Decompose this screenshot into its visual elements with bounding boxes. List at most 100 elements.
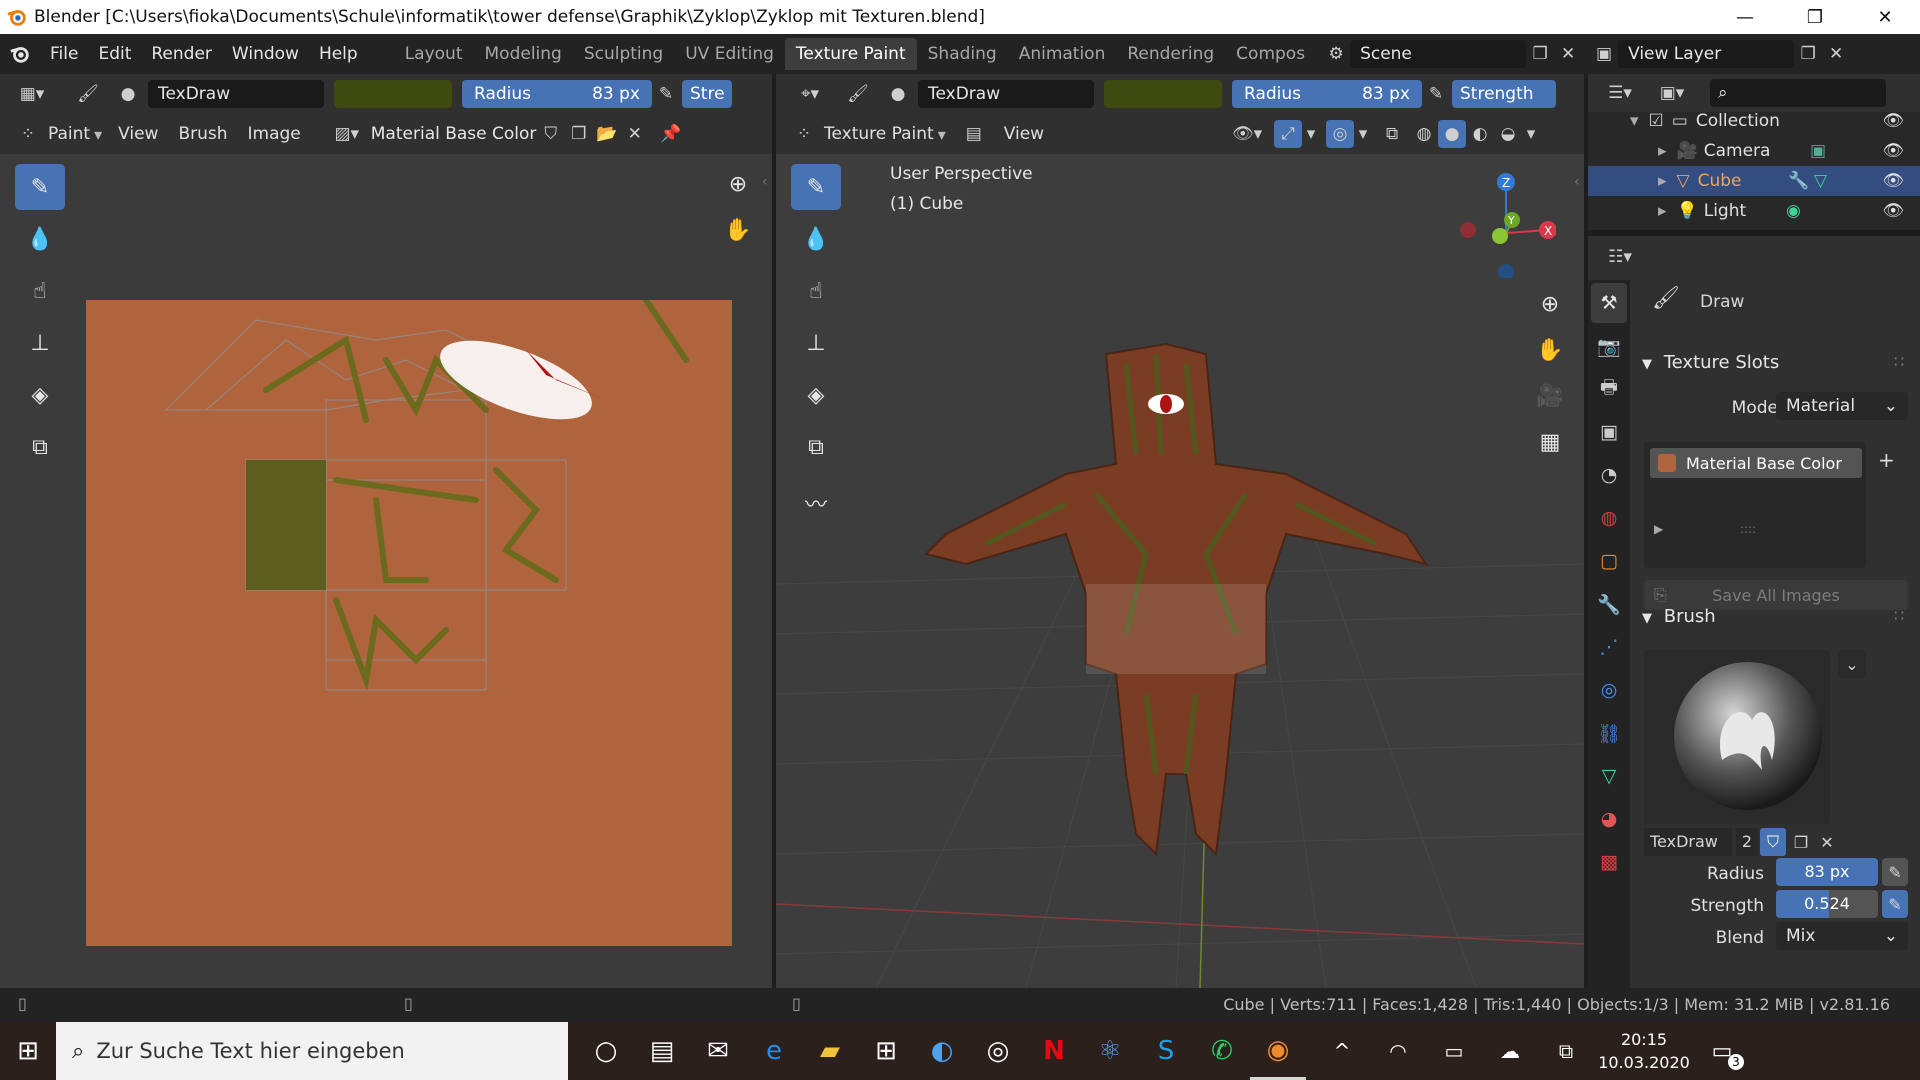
new-image-icon[interactable]: ❐	[565, 120, 593, 148]
outliner-row-collection[interactable]: ▾ ☑ ▭ Collection 👁	[1588, 106, 1920, 136]
netflix-icon[interactable]: N	[1026, 1022, 1082, 1080]
draw-tool[interactable]: ✎	[15, 164, 65, 210]
viewport-mask-tool[interactable]: ⧉	[791, 424, 841, 470]
texture-image[interactable]	[86, 300, 732, 946]
expand-arrow-icon[interactable]: ▸	[1658, 141, 1667, 161]
chat-app-icon[interactable]: ◎	[970, 1022, 1026, 1080]
brush-datablock-name[interactable]: TexDraw	[1644, 828, 1732, 856]
outliner-row-light[interactable]: ▸ 💡 Light ◉ 👁	[1588, 196, 1920, 226]
scene-tab-icon[interactable]: ◔	[1591, 455, 1627, 495]
texture-tab-icon[interactable]: ▩	[1591, 842, 1627, 882]
rendered-shading-icon[interactable]: ◒	[1494, 120, 1522, 148]
scene-name-field[interactable]: Scene	[1350, 40, 1527, 68]
expand-arrow-icon[interactable]: ▾	[1630, 111, 1639, 131]
fake-user-icon[interactable]: ⛉	[537, 120, 565, 148]
material-shading-icon[interactable]: ◐	[1466, 120, 1494, 148]
open-image-icon[interactable]: 📂	[593, 120, 621, 148]
notification-center-icon[interactable]: ▭ 3	[1694, 1022, 1750, 1080]
visibility-icon[interactable]: 👁▾	[1226, 120, 1268, 148]
pin-icon[interactable]: 📌	[657, 120, 685, 148]
viewport-brush-icon[interactable]: 🖌	[844, 80, 872, 108]
view-layer-tab-icon[interactable]: ▣	[1591, 412, 1627, 452]
chevron-down-icon[interactable]: ▾	[1522, 120, 1540, 148]
viewport-draw-tool[interactable]: ✎	[791, 164, 841, 210]
camera-data-icon[interactable]: ▣	[1810, 141, 1826, 161]
outliner-row-cube[interactable]: ▸ ▽ Cube 🔧 ▽ 👁	[1588, 166, 1920, 196]
object-tab-icon[interactable]: ▢	[1591, 541, 1627, 581]
editor-type-icon[interactable]: ▦▾	[10, 80, 54, 108]
viewport-brush-preview-icon[interactable]: ●	[884, 80, 912, 108]
smear-tool[interactable]: ☝	[15, 268, 65, 314]
annotate-tool[interactable]: 〰	[791, 480, 841, 526]
render-tab-icon[interactable]: 📷	[1591, 326, 1627, 366]
duplicate-brush-icon[interactable]: ❐	[1788, 828, 1814, 856]
soften-tool[interactable]: 💧	[15, 216, 65, 262]
overlay-toggle-icon[interactable]: ◎	[1326, 120, 1355, 148]
output-tab-icon[interactable]: 🖶	[1591, 369, 1627, 409]
properties-editor-type-icon[interactable]: ☷▾	[1598, 243, 1642, 271]
viewport-radius-pressure-icon[interactable]: ✎	[1422, 80, 1450, 108]
tab-compositing[interactable]: Compos	[1225, 38, 1316, 70]
menu-render[interactable]: Render	[141, 44, 222, 64]
cortana-icon[interactable]: ○	[578, 1022, 634, 1080]
battery-icon[interactable]: ▭	[1426, 1022, 1482, 1080]
blender-menu-icon[interactable]	[0, 43, 40, 65]
brush-color-swatch[interactable]	[334, 80, 452, 108]
add-slot-icon[interactable]: +	[1878, 448, 1902, 472]
store-icon[interactable]: ⊞	[858, 1022, 914, 1080]
expand-arrow-icon[interactable]: ▸	[1658, 201, 1667, 221]
eye-icon[interactable]: 👁	[1882, 141, 1904, 161]
pan-hand-icon[interactable]: ✋	[1530, 330, 1570, 370]
tool-tab-icon[interactable]: ⚒	[1591, 283, 1627, 323]
delete-scene-icon[interactable]: ✕	[1554, 40, 1582, 68]
drag-handle-icon[interactable]: ∷	[1894, 352, 1904, 371]
menu-view[interactable]: View	[108, 124, 168, 144]
blender-taskbar-icon[interactable]: ◉	[1250, 1022, 1306, 1080]
zoom-icon[interactable]: ⊕	[1530, 284, 1570, 324]
image-editor-canvas[interactable]: ✎ 💧 ☝ ⊥ ◈ ⧉ ⊕ ✋ ‹	[0, 154, 772, 988]
strength-slider[interactable]: Stre	[682, 80, 732, 108]
menu-image[interactable]: Image	[238, 124, 311, 144]
particles-tab-icon[interactable]: ⋰	[1591, 627, 1627, 667]
expand-arrow-icon[interactable]: ▶	[1654, 522, 1663, 536]
fill-tool[interactable]: ◈	[15, 372, 65, 418]
viewport-smear-tool[interactable]: ☝	[791, 268, 841, 314]
wireframe-shading-icon[interactable]: ◍	[1410, 120, 1438, 148]
tab-modeling[interactable]: Modeling	[474, 38, 573, 70]
atom-icon[interactable]: ⚛	[1082, 1022, 1138, 1080]
whatsapp-icon[interactable]: ✆	[1194, 1022, 1250, 1080]
zoom-icon[interactable]: ⊕	[718, 164, 758, 204]
texture-slot-item[interactable]: Material Base Color	[1650, 448, 1862, 478]
drag-handle-icon[interactable]: ∷	[1894, 606, 1904, 625]
brush-user-count[interactable]: 2	[1736, 828, 1758, 856]
mode-dropdown[interactable]: Material ⌄	[1776, 392, 1908, 420]
tray-chevron-icon[interactable]: ^	[1314, 1022, 1370, 1080]
scene-selector-icon[interactable]: ⚙	[1322, 40, 1350, 68]
light-data-icon[interactable]: ◉	[1786, 201, 1801, 221]
app-icon[interactable]: ◐	[914, 1022, 970, 1080]
mask-toggle-icon[interactable]: ▤	[960, 120, 988, 148]
menu-file[interactable]: File	[40, 44, 88, 64]
menu-edit[interactable]: Edit	[88, 44, 141, 64]
strength-slider[interactable]: 0.524	[1776, 890, 1878, 918]
data-tab-icon[interactable]: ▽	[1591, 756, 1627, 796]
constraints-tab-icon[interactable]: ⛓	[1591, 713, 1627, 753]
viewport-clone-tool[interactable]: ⊥	[791, 320, 841, 366]
outliner-editor-type-icon[interactable]: ☰▾	[1598, 79, 1642, 107]
ortho-grid-icon[interactable]: ▦	[1530, 422, 1570, 462]
xray-icon[interactable]: ⧉	[1378, 120, 1406, 148]
sidebar-toggle-icon[interactable]: ‹	[762, 174, 768, 190]
brush-section-header[interactable]: ▼ Brush	[1642, 606, 1716, 627]
blend-dropdown[interactable]: Mix ⌄	[1776, 922, 1908, 950]
menu-help[interactable]: Help	[309, 44, 368, 64]
viewport-canvas[interactable]: ✎ 💧 ☝ ⊥ ◈ ⧉ 〰 User Perspective (1) Cube …	[776, 154, 1584, 988]
viewport-brush-color-swatch[interactable]	[1104, 80, 1222, 108]
outliner-row-camera[interactable]: ▸ 🎥 Camera ▣ 👁	[1588, 136, 1920, 166]
display-mode-icon[interactable]: ▣▾	[1650, 79, 1694, 107]
viewport-menu-view[interactable]: View	[994, 124, 1054, 144]
eye-icon[interactable]: 👁	[1882, 201, 1904, 221]
menu-brush[interactable]: Brush	[168, 124, 237, 144]
viewport-fill-tool[interactable]: ◈	[791, 372, 841, 418]
mail-icon[interactable]: ✉	[690, 1022, 746, 1080]
image-name-field[interactable]: Material Base Color	[366, 120, 537, 148]
